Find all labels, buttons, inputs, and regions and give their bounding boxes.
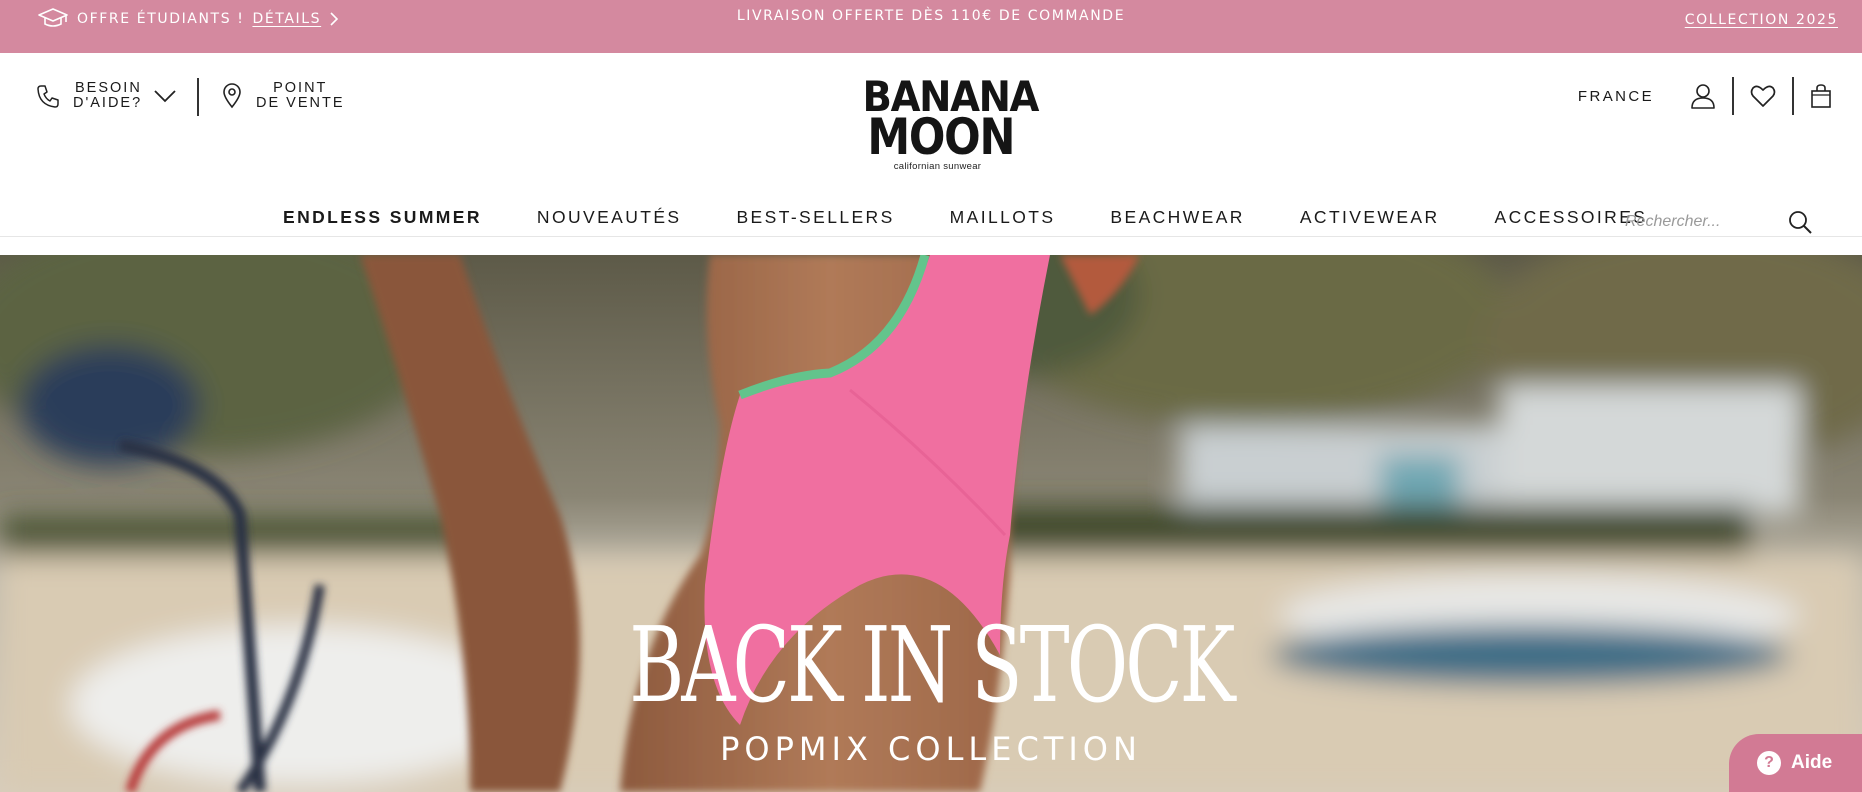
header-actions: FRANCE	[1578, 77, 1832, 115]
country-selector[interactable]: FRANCE	[1578, 88, 1654, 105]
bag-icon[interactable]	[1810, 83, 1832, 109]
store-label-line1: POINT	[273, 80, 328, 96]
user-icon[interactable]	[1690, 83, 1716, 109]
chevron-down-icon[interactable]	[154, 89, 176, 103]
hero-subtitle: POPMIX COLLECTION	[720, 730, 1142, 768]
header-divider	[1792, 77, 1794, 115]
hero-banner[interactable]: BACK IN STOCK POPMIX COLLECTION	[0, 255, 1862, 792]
map-pin-icon	[223, 83, 241, 109]
nav-item-nouveautes[interactable]: NOUVEAUTÉS	[537, 207, 682, 228]
main-navigation: ENDLESS SUMMER NOUVEAUTÉS BEST-SELLERS M…	[0, 207, 1862, 237]
help-chat-button[interactable]: ? Aide	[1729, 734, 1862, 792]
nav-item-maillots[interactable]: MAILLOTS	[950, 207, 1056, 228]
help-menu[interactable]: BESOIN D'AIDE?	[35, 81, 176, 111]
header-divider	[1732, 77, 1734, 115]
nav-divider	[0, 236, 1862, 237]
nav-item-best-sellers[interactable]: BEST-SELLERS	[736, 207, 894, 228]
heart-icon[interactable]	[1750, 84, 1776, 108]
nav-item-endless-summer[interactable]: ENDLESS SUMMER	[283, 207, 482, 228]
free-shipping-text: LIVRAISON OFFERTE DÈS 110€ DE COMMANDE	[736, 8, 1126, 24]
search-icon[interactable]	[1788, 210, 1812, 234]
hero-title: BACK IN STOCK	[629, 604, 1235, 726]
help-label-line1: BESOIN	[75, 80, 142, 96]
search-bar	[1625, 207, 1814, 237]
nav-item-beachwear[interactable]: BEACHWEAR	[1110, 207, 1244, 228]
brand-logo[interactable]: BANANA MOON californian sunwear	[856, 76, 1040, 173]
store-locator-link[interactable]: POINT DE VENTE	[222, 81, 345, 111]
collection-link[interactable]: COLLECTION 2025	[1685, 12, 1838, 28]
store-label-line2: DE VENTE	[256, 95, 345, 111]
site-header: BESOIN D'AIDE? POINT DE VENTE BANANA MOO…	[0, 53, 1862, 237]
search-input[interactable]	[1625, 212, 1775, 231]
help-label-line2: D'AIDE?	[73, 95, 143, 111]
logo-text-line2: MOON	[867, 108, 1015, 166]
promo-bar: OFFRE ÉTUDIANTS ! DÉTAILS LIVRAISON OFFE…	[0, 0, 1862, 53]
header-divider	[197, 78, 199, 116]
help-chat-label: Aide	[1791, 752, 1833, 773]
question-mark-icon: ?	[1757, 751, 1781, 775]
phone-icon	[37, 85, 59, 108]
nav-item-activewear[interactable]: ACTIVEWEAR	[1300, 207, 1440, 228]
